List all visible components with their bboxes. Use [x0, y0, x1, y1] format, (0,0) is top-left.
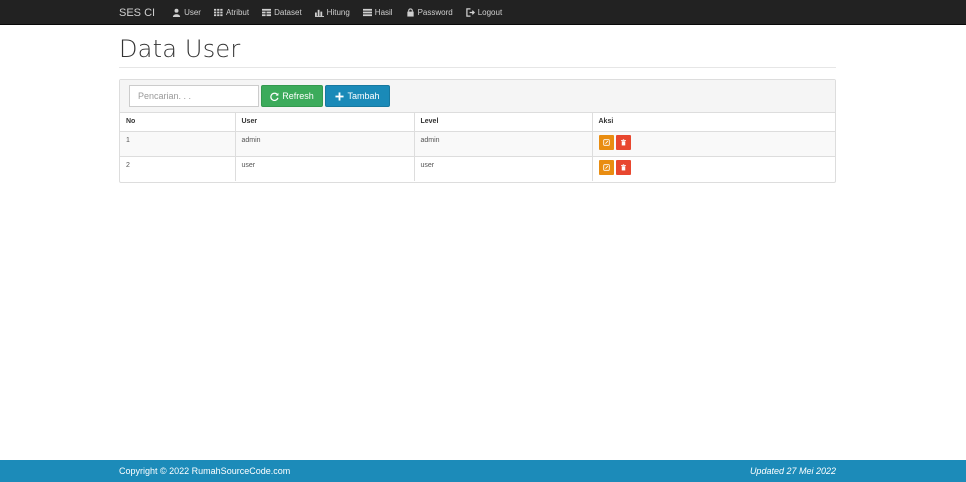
page-title: Data User	[119, 35, 241, 63]
nav-item-password[interactable]: Password	[406, 8, 453, 17]
add-label: Tambah	[347, 91, 380, 101]
refresh-icon	[270, 92, 279, 101]
nav-item-logout[interactable]: Logout	[465, 8, 503, 17]
table-row: 2 user user	[120, 156, 835, 181]
column-header-aksi: Aksi	[592, 113, 835, 132]
refresh-label: Refresh	[282, 91, 314, 101]
bar-chart-icon	[314, 8, 324, 17]
table-header-row: No User Level Aksi	[120, 113, 835, 132]
cell-aksi	[592, 156, 835, 181]
cell-no: 1	[120, 131, 236, 157]
lock-icon	[406, 8, 415, 17]
add-user-button[interactable]: Tambah	[325, 85, 390, 107]
nav-item-label: Hitung	[326, 8, 350, 17]
grid-icon	[213, 8, 223, 17]
column-header-level: Level	[414, 113, 593, 132]
delete-button[interactable]	[615, 159, 631, 175]
nav-item-label: Dataset	[274, 8, 302, 17]
table-row: 1 admin admin	[120, 131, 835, 157]
brand-link[interactable]: SES CI	[119, 7, 155, 19]
nav-item-hasil[interactable]: Hasil	[362, 8, 393, 17]
nav-item-label: Password	[417, 8, 453, 17]
cell-user: user	[235, 156, 415, 181]
user-icon	[172, 8, 181, 17]
list-icon	[362, 8, 372, 17]
column-header-no: No	[120, 113, 236, 132]
edit-icon	[602, 138, 610, 146]
footer-copyright: Copyright © 2022 RumahSourceCode.com	[119, 466, 291, 476]
trash-icon	[620, 163, 626, 170]
nav-item-hitung[interactable]: Hitung	[314, 8, 350, 17]
panel-toolbar: Pencarian. . . Refresh Tambah	[120, 80, 835, 113]
user-table: No User Level Aksi 1 admin admin 2 user …	[120, 113, 835, 181]
edit-icon	[602, 163, 610, 171]
cell-user: admin	[235, 131, 415, 157]
nav-item-dataset[interactable]: Dataset	[262, 8, 302, 17]
edit-button[interactable]	[598, 159, 614, 175]
nav-item-user[interactable]: User	[172, 8, 201, 17]
user-panel: Pencarian. . . Refresh Tambah No User Le…	[119, 79, 836, 183]
refresh-button[interactable]: Refresh	[261, 85, 323, 107]
edit-button[interactable]	[598, 134, 614, 150]
nav-item-label: Atribut	[225, 8, 250, 17]
cell-no: 2	[120, 156, 236, 181]
page-footer: Copyright © 2022 RumahSourceCode.com Upd…	[0, 460, 966, 482]
nav-item-atribut[interactable]: Atribut	[213, 8, 250, 17]
logout-icon	[465, 8, 475, 17]
delete-button[interactable]	[615, 134, 631, 150]
nav-item-label: Logout	[477, 8, 503, 17]
table-icon	[262, 8, 272, 17]
cell-aksi	[592, 131, 835, 157]
trash-icon	[620, 138, 626, 145]
header-divider	[119, 67, 836, 68]
plus-icon	[335, 91, 345, 101]
cell-level: user	[414, 156, 593, 181]
nav-item-label: User	[184, 8, 201, 17]
footer-updated: Updated 27 Mei 2022	[749, 466, 836, 476]
search-input[interactable]: Pencarian. . .	[129, 85, 259, 107]
column-header-user: User	[235, 113, 415, 132]
nav-item-label: Hasil	[374, 8, 393, 17]
top-navbar: SES CI User Atribut Dataset Hitung Hasil…	[0, 0, 966, 25]
cell-level: admin	[414, 131, 593, 157]
